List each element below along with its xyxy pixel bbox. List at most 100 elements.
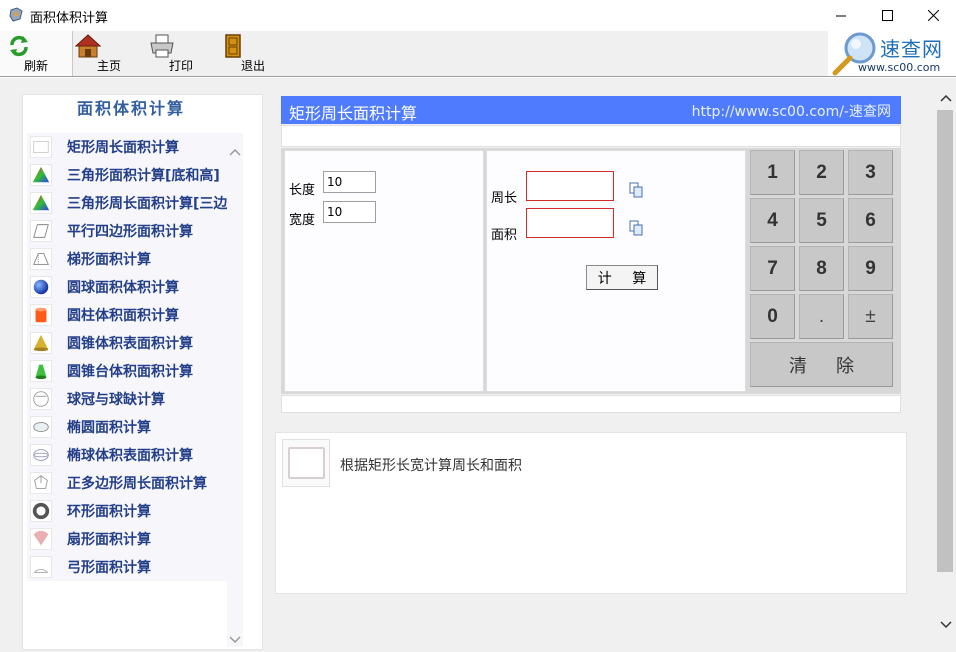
trapezoid-icon xyxy=(30,248,52,270)
description-text: 根据矩形长宽计算周长和面积 xyxy=(340,458,522,474)
copy-perimeter-icon[interactable] xyxy=(628,182,644,198)
calculate-button[interactable]: 计 算 xyxy=(586,265,658,290)
sidebar-item-parallelogram[interactable]: 平行四边形面积计算 xyxy=(27,217,227,245)
sidebar-title: 面积体积计算 xyxy=(77,99,186,118)
rectangle-thumbnail xyxy=(282,439,330,487)
maximize-button[interactable] xyxy=(864,0,910,31)
parallelogram-icon xyxy=(30,220,52,242)
main-area: 面积体积计算 矩形周长面积计算 三角形面积计算[底和高] 三角形周长面积计算[三… xyxy=(0,78,936,652)
refresh-icon xyxy=(10,35,28,57)
print-button[interactable]: 打印 xyxy=(145,31,217,76)
refresh-button[interactable]: 刷新 xyxy=(0,31,73,76)
sidebar-item-label: 圆锥体积表面积计算 xyxy=(67,336,193,352)
area-output[interactable] xyxy=(526,208,614,238)
key-2[interactable]: 2 xyxy=(799,150,844,195)
sidebar-item-label: 正多边形周长面积计算 xyxy=(67,476,207,492)
sector-icon xyxy=(30,528,52,550)
length-label: 长度 xyxy=(289,183,316,198)
frustum-icon xyxy=(30,360,52,382)
content-title: 矩形周长面积计算 xyxy=(289,104,418,123)
sidebar-item-sphere[interactable]: 圆球面积体积计算 xyxy=(27,273,227,301)
spherical-cap-icon xyxy=(30,388,52,410)
sidebar-item-label: 梯形面积计算 xyxy=(67,252,151,268)
sidebar-item-label: 圆锥台体积面积计算 xyxy=(67,364,193,380)
site-link[interactable]: http://www.sc00.com/-速查网 xyxy=(692,101,891,121)
sidebar: 面积体积计算 矩形周长面积计算 三角形面积计算[底和高] 三角形周长面积计算[三… xyxy=(22,94,263,650)
perimeter-output[interactable] xyxy=(526,171,614,201)
content-strip-bottom xyxy=(281,395,901,413)
chevron-down-icon[interactable] xyxy=(940,620,952,630)
sidebar-item-sector[interactable]: 扇形面积计算 xyxy=(27,525,227,553)
sidebar-item-segment[interactable]: 弓形面积计算 xyxy=(27,553,227,581)
content-strip-top xyxy=(281,125,901,147)
sidebar-item-cone[interactable]: 圆锥体积表面积计算 xyxy=(27,329,227,357)
sidebar-item-label: 三角形周长面积计算[三边] xyxy=(67,196,227,212)
maximize-icon xyxy=(881,10,893,21)
copy-area-icon[interactable] xyxy=(628,220,644,236)
keypad: 1 2 3 4 5 6 7 8 9 0 . ± 清 除 xyxy=(750,150,898,392)
calculator-frame: 长度 宽度 周长 面积 计 算 1 2 3 4 5 6 7 8 9 0 . ± xyxy=(281,148,901,394)
output-panel: 周长 面积 计 算 xyxy=(486,150,746,392)
sidebar-item-trapezoid[interactable]: 梯形面积计算 xyxy=(27,245,227,273)
home-label: 主页 xyxy=(96,59,121,73)
segment-icon xyxy=(30,556,52,578)
app-icon xyxy=(9,7,23,22)
sidebar-item-label: 三角形面积计算[底和高] xyxy=(67,168,220,184)
key-9[interactable]: 9 xyxy=(848,246,893,291)
sidebar-item-label: 球冠与球缺计算 xyxy=(67,392,165,408)
key-7[interactable]: 7 xyxy=(750,246,795,291)
key-5[interactable]: 5 xyxy=(799,198,844,243)
sidebar-item-label: 椭球体积表面积计算 xyxy=(67,448,193,464)
ring-icon xyxy=(30,500,52,522)
chevron-down-icon[interactable] xyxy=(229,635,241,645)
sidebar-item-regular-polygon[interactable]: 正多边形周长面积计算 xyxy=(27,469,227,497)
close-button[interactable] xyxy=(910,0,956,31)
sidebar-item-label: 扇形面积计算 xyxy=(67,532,151,548)
home-button[interactable]: 主页 xyxy=(73,31,145,76)
sidebar-item-ellipse[interactable]: 椭圆面积计算 xyxy=(27,413,227,441)
sidebar-item-ellipsoid[interactable]: 椭球体积表面积计算 xyxy=(27,441,227,469)
input-panel: 长度 宽度 xyxy=(284,150,484,392)
width-label: 宽度 xyxy=(289,213,316,228)
main-scrollbar[interactable] xyxy=(936,78,956,652)
key-6[interactable]: 6 xyxy=(848,198,893,243)
clear-button[interactable]: 清 除 xyxy=(750,342,893,387)
length-input[interactable] xyxy=(323,171,376,193)
area-label: 面积 xyxy=(491,228,518,243)
key-1[interactable]: 1 xyxy=(750,150,795,195)
minimize-button[interactable] xyxy=(818,0,864,31)
brand-name: 速查网 xyxy=(880,37,943,61)
key-8[interactable]: 8 xyxy=(799,246,844,291)
sidebar-item-annulus[interactable]: 环形面积计算 xyxy=(27,497,227,525)
sidebar-item-label: 弓形面积计算 xyxy=(67,560,151,576)
sidebar-item-frustum[interactable]: 圆锥台体积面积计算 xyxy=(27,357,227,385)
key-4[interactable]: 4 xyxy=(750,198,795,243)
width-input[interactable] xyxy=(323,201,376,223)
toolbar: 刷新 主页 打印 退出 xyxy=(0,31,956,77)
sidebar-item-label: 矩形周长面积计算 xyxy=(67,140,179,156)
title-bar: 面积体积计算 xyxy=(0,0,956,31)
rectangle-icon xyxy=(30,136,52,158)
sidebar-item-triangle-base-height[interactable]: 三角形面积计算[底和高] xyxy=(27,161,227,189)
key-0[interactable]: 0 xyxy=(750,294,795,339)
chevron-up-icon[interactable] xyxy=(229,147,241,157)
sidebar-item-label: 环形面积计算 xyxy=(67,504,151,520)
chevron-up-icon[interactable] xyxy=(940,93,952,103)
sidebar-item-spherical-cap[interactable]: 球冠与球缺计算 xyxy=(27,385,227,413)
sidebar-item-label: 圆柱体积面积计算 xyxy=(67,308,179,324)
sidebar-item-label: 圆球面积体积计算 xyxy=(67,280,179,296)
sidebar-item-rectangle[interactable]: 矩形周长面积计算 xyxy=(27,133,227,161)
minimize-icon xyxy=(835,15,846,17)
sidebar-item-label: 平行四边形面积计算 xyxy=(67,224,193,240)
sidebar-item-label: 椭圆面积计算 xyxy=(67,420,151,436)
triangle-icon xyxy=(30,164,52,186)
key-3[interactable]: 3 xyxy=(848,150,893,195)
scrollbar-thumb[interactable] xyxy=(937,110,953,572)
key-decimal[interactable]: . xyxy=(799,294,844,339)
sidebar-item-triangle-three-sides[interactable]: 三角形周长面积计算[三边] xyxy=(27,189,227,217)
exit-label: 退出 xyxy=(240,59,265,73)
sidebar-scrollbar[interactable] xyxy=(227,133,243,647)
key-plus-minus[interactable]: ± xyxy=(848,294,893,339)
sidebar-item-cylinder[interactable]: 圆柱体积面积计算 xyxy=(27,301,227,329)
exit-button[interactable]: 退出 xyxy=(217,31,289,76)
